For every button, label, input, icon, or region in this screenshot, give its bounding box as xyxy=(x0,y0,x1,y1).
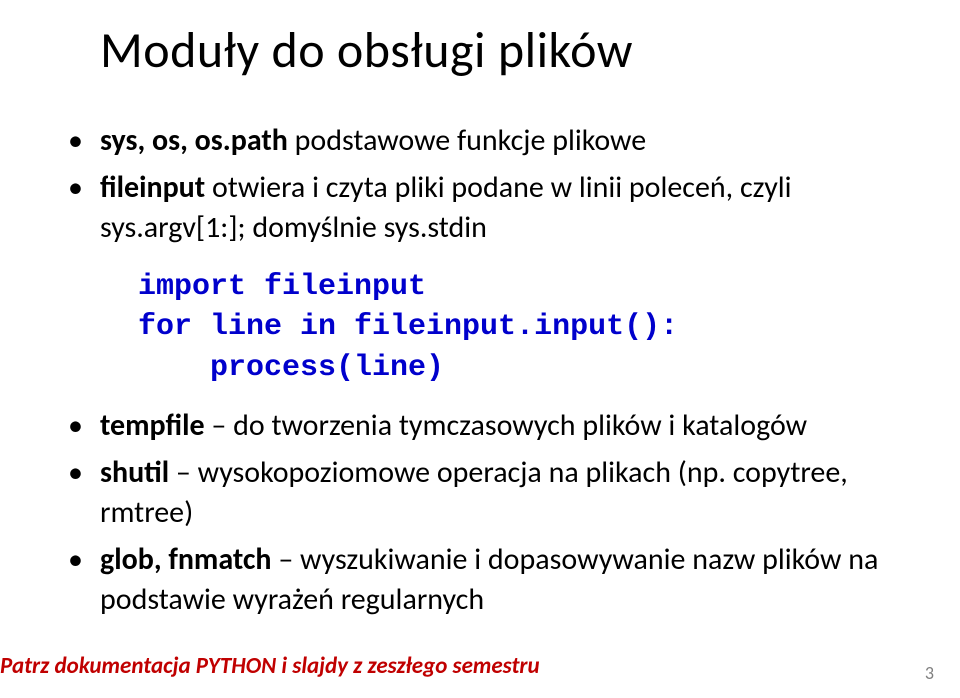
list-item: glob, fnmatch – wyszukiwanie i dopasowyw… xyxy=(60,540,900,621)
page-title: Moduły do obsługi plików xyxy=(100,20,900,81)
list-item: tempfile – do tworzenia tymczasowych pli… xyxy=(60,406,900,447)
item-term: tempfile xyxy=(100,407,205,444)
footnote: Patrz dokumentacja PYTHON i slajdy z zes… xyxy=(0,652,540,680)
code-block: import fileinput for line in fileinput.i… xyxy=(138,267,900,389)
item-desc: – do tworzenia tymczasowych plików i kat… xyxy=(205,407,808,444)
page-number: 3 xyxy=(925,662,934,684)
item-term: shutil xyxy=(100,454,169,491)
item-term: fileinput xyxy=(100,169,205,206)
item-term: glob, fnmatch xyxy=(100,541,272,578)
item-term: sys, os, os.path xyxy=(100,122,288,159)
list-item: shutil – wysokopoziomowe operacja na pli… xyxy=(60,453,900,534)
bullet-list: sys, os, os.path podstawowe funkcje plik… xyxy=(60,121,900,249)
item-desc: podstawowe funkcje plikowe xyxy=(288,122,646,159)
slide-page: Moduły do obsługi plików sys, os, os.pat… xyxy=(0,0,960,698)
list-item: sys, os, os.path podstawowe funkcje plik… xyxy=(60,121,900,162)
bullet-list: tempfile – do tworzenia tymczasowych pli… xyxy=(60,406,900,621)
list-item: fileinput otwiera i czyta pliki podane w… xyxy=(60,168,900,249)
item-desc: – wysokopoziomowe operacja na plikach (n… xyxy=(100,454,848,532)
